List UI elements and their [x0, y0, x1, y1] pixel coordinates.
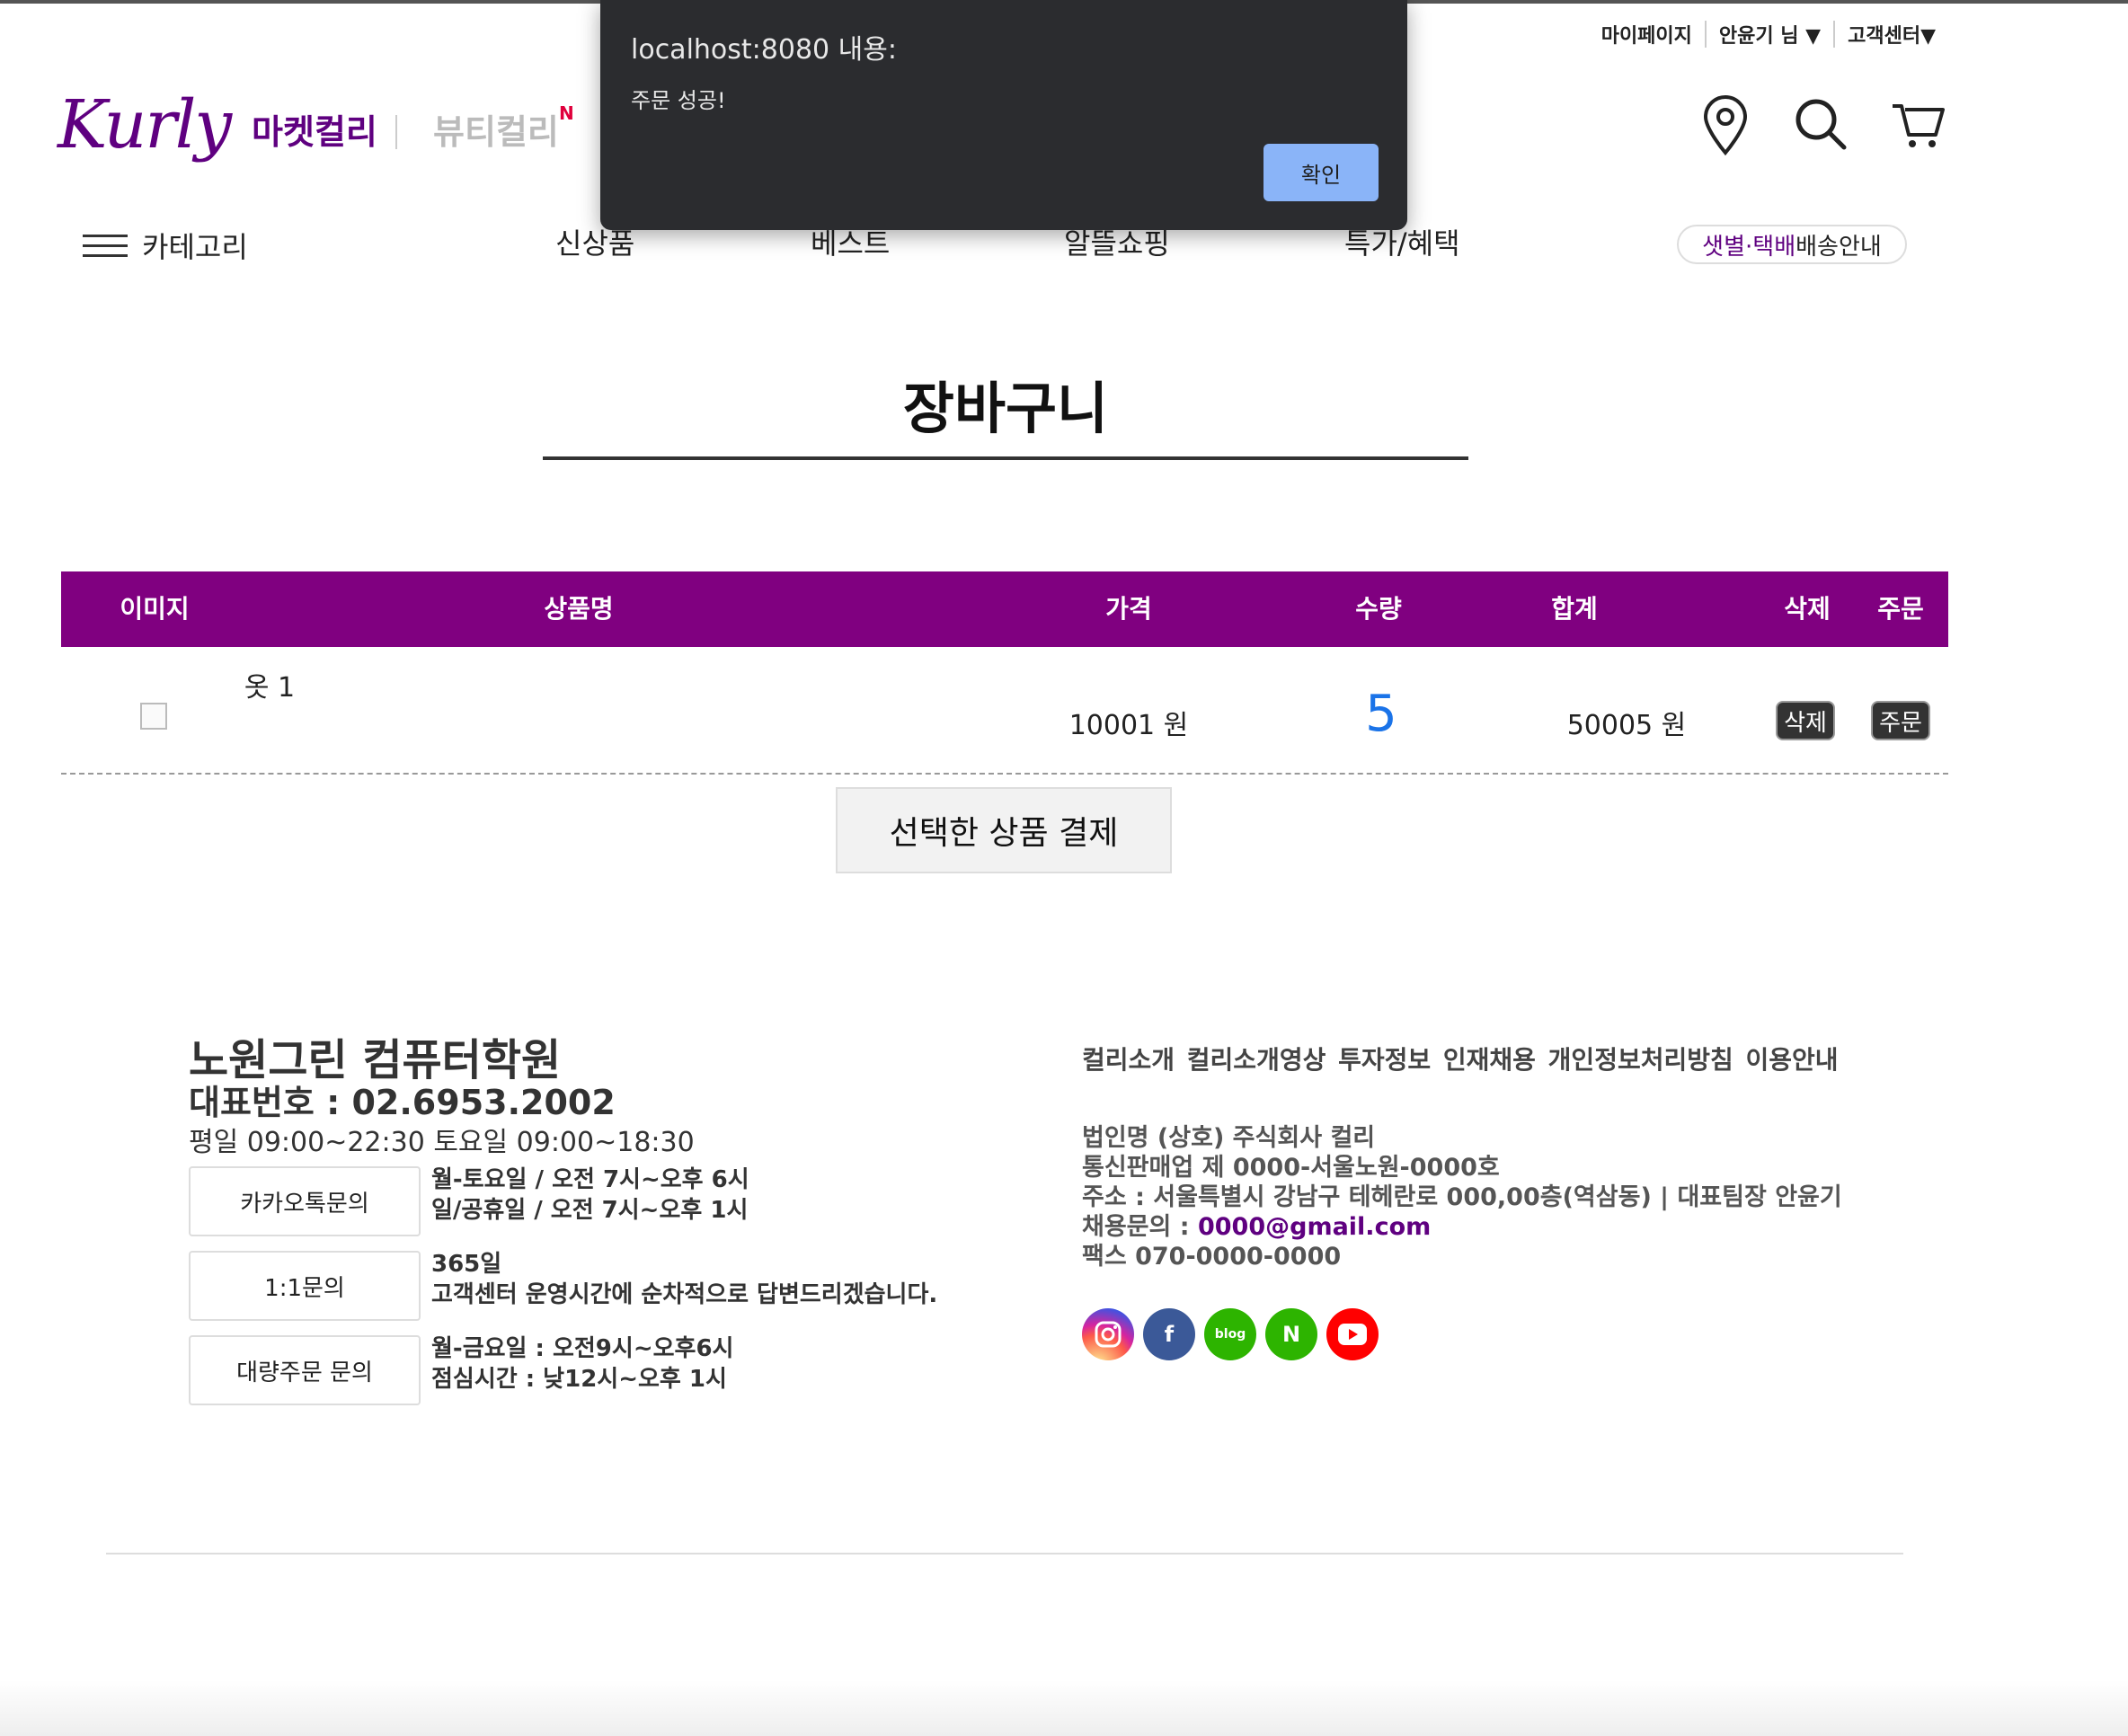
- delivery-highlight: 샛별·택배: [1702, 233, 1796, 261]
- company-hours: 평일 09:00~22:30 토요일 09:00~18:30: [189, 1127, 695, 1158]
- hours-line: 고객센터 운영시간에 순차적으로 답변드리겠습니다.: [431, 1281, 938, 1308]
- hours-line: 일/공휴일 / 오전 7시~오후 1시: [431, 1197, 749, 1224]
- cart-icon[interactable]: [1889, 95, 1946, 153]
- dialog-ok-button[interactable]: 확인: [1264, 144, 1379, 201]
- dialog-title: localhost:8080 내용:: [631, 34, 897, 66]
- business-registration: 통신판매업 제 0000-서울노원-0000호: [1082, 1154, 1500, 1182]
- alert-dialog: localhost:8080 내용: 주문 성공! 확인: [600, 0, 1407, 230]
- market-kurly-link[interactable]: 마켓컬리: [252, 104, 377, 154]
- one-to-one-inquiry-button[interactable]: 1:1문의: [189, 1251, 421, 1321]
- fax: 팩스 070-0000-0000: [1082, 1243, 1342, 1271]
- instagram-icon[interactable]: [1082, 1308, 1134, 1360]
- hours-line: 월-금요일 : 오전9시~오후6시: [431, 1335, 734, 1362]
- social-links: f blog N: [1082, 1308, 1379, 1360]
- mypage-link[interactable]: 마이페이지: [1589, 20, 1705, 49]
- delete-button[interactable]: 삭제: [1776, 701, 1835, 740]
- location-pin-icon[interactable]: [1698, 95, 1752, 156]
- delivery-label: 배송안내: [1796, 233, 1882, 261]
- utility-nav: 마이페이지 안윤기 님 ▼ 고객센터▼: [1589, 20, 1948, 49]
- support-menu[interactable]: 고객센터▼: [1835, 20, 1948, 49]
- order-button[interactable]: 주문: [1871, 701, 1930, 740]
- recruit-label: 채용문의 :: [1082, 1213, 1198, 1241]
- user-menu[interactable]: 안윤기 님 ▼: [1707, 20, 1833, 49]
- company-info: 법인명 (상호) 주식회사 컬리 통신판매업 제 0000-서울노원-0000호…: [1082, 1123, 1842, 1271]
- broken-image-icon: [140, 703, 167, 730]
- footer-links[interactable]: 컬리소개 컬리소개영상 투자정보 인재채용 개인정보처리방침 이용안내: [1082, 1041, 1839, 1076]
- table-row: 옷 1 10001 원 5 50005 원 삭제 주문: [61, 647, 1948, 775]
- pay-selected-button[interactable]: 선택한 상품 결제: [836, 787, 1172, 873]
- youtube-icon[interactable]: [1326, 1308, 1379, 1360]
- hours-line: 점심시간 : 낮12시~오후 1시: [431, 1366, 727, 1393]
- naver-post-icon[interactable]: N: [1265, 1308, 1317, 1360]
- beauty-kurly-link[interactable]: 뷰티컬리: [433, 104, 559, 154]
- address: 주소 : 서울특별시 강남구 테헤란로 000,00층(역삼동) | 대표팀장 …: [1082, 1183, 1842, 1211]
- page-bottom-shade: [0, 1680, 2128, 1736]
- hours-line: 월-토요일 / 오전 7시~오후 6시: [431, 1166, 749, 1193]
- bulk-order-inquiry-button[interactable]: 대량주문 문의: [189, 1335, 421, 1405]
- footer-divider: [106, 1553, 1903, 1554]
- new-badge: N: [559, 102, 574, 124]
- header-order: 주문: [1877, 594, 1924, 624]
- category-menu[interactable]: 카테고리: [83, 225, 248, 266]
- header-icons: [1698, 95, 1946, 156]
- bulk-order-hours: 월-금요일 : 오전9시~오후6시 점심시간 : 낮12시~오후 1시: [431, 1333, 733, 1395]
- one-to-one-inquiry-hours: 365일 고객센터 운영시간에 순차적으로 답변드리겠습니다.: [431, 1249, 937, 1310]
- header-total: 합계: [1551, 594, 1598, 624]
- corp-name: 법인명 (상호) 주식회사 컬리: [1082, 1124, 1376, 1152]
- kakao-inquiry-button[interactable]: 카카오톡문의: [189, 1166, 421, 1236]
- dialog-message: 주문 성공!: [631, 88, 726, 113]
- title-underline: [543, 456, 1468, 460]
- page-title: 장바구니: [902, 376, 1109, 441]
- naver-blog-icon[interactable]: blog: [1204, 1308, 1256, 1360]
- header-name: 상품명: [544, 594, 614, 624]
- divider: [395, 115, 397, 149]
- quantity-value: 5: [1365, 685, 1397, 743]
- product-name: 옷 1: [244, 672, 296, 704]
- cart-table-header: 이미지 상품명 가격 수량 합계 삭제 주문: [61, 571, 1948, 647]
- header-image: 이미지: [120, 594, 190, 624]
- product-price: 10001 원: [1068, 710, 1189, 741]
- row-total: 50005 원: [1566, 710, 1687, 741]
- header-delete: 삭제: [1784, 594, 1831, 624]
- company-phone: 대표번호 : 02.6953.2002: [189, 1083, 616, 1122]
- delivery-info-button[interactable]: 샛별·택배 배송안내: [1677, 225, 1907, 264]
- recruit-email-link[interactable]: 0000@gmail.com: [1198, 1213, 1431, 1241]
- facebook-icon[interactable]: f: [1143, 1308, 1195, 1360]
- category-label: 카테고리: [142, 230, 248, 264]
- recruit-line: 채용문의 : 0000@gmail.com: [1082, 1212, 1842, 1242]
- hamburger-icon: [83, 227, 128, 264]
- header-price: 가격: [1105, 594, 1152, 624]
- header-qty: 수량: [1355, 594, 1402, 624]
- search-icon[interactable]: [1792, 95, 1849, 153]
- kurly-logo[interactable]: Kurly: [58, 86, 232, 164]
- hours-line: 365일: [431, 1251, 502, 1278]
- kakao-inquiry-hours: 월-토요일 / 오전 7시~오후 6시 일/공휴일 / 오전 7시~오후 1시: [431, 1165, 749, 1226]
